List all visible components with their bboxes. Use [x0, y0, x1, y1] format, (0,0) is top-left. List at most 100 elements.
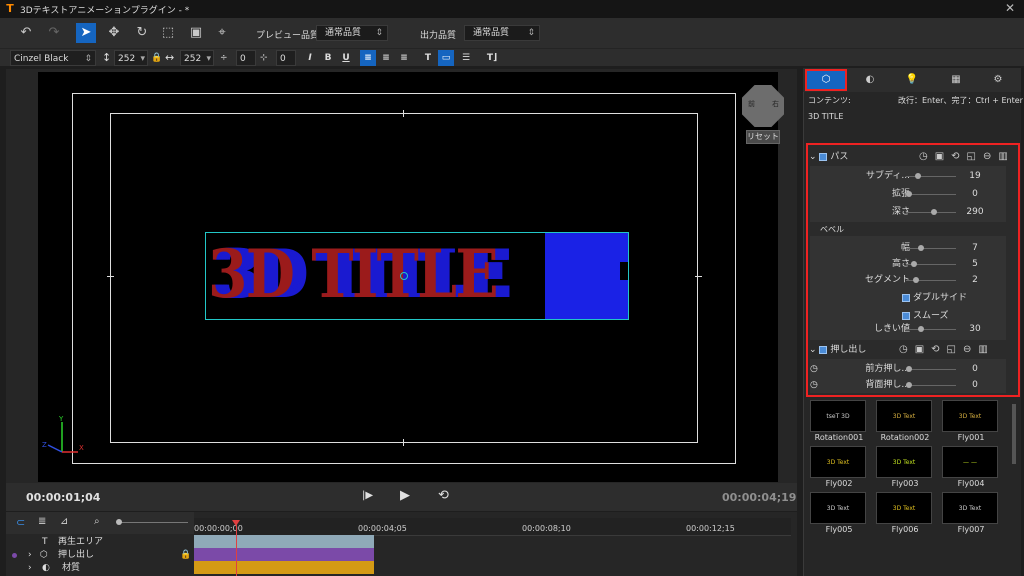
- lock-icon[interactable]: 🔒: [151, 50, 162, 66]
- prop-row[interactable]: 幅 7: [810, 240, 1008, 256]
- output-quality-select[interactable]: 通常品質 ⇕: [464, 25, 540, 41]
- move-tool-icon[interactable]: ✥: [104, 23, 124, 43]
- clock-icon[interactable]: ◷: [810, 361, 818, 377]
- slider-track[interactable]: [906, 385, 956, 386]
- slider-thumb[interactable]: [912, 277, 919, 283]
- preset-item[interactable]: 3D Text Rotation002: [872, 400, 938, 444]
- step-forward-icon[interactable]: |▶: [362, 490, 373, 501]
- tab-material-icon[interactable]: ◐: [851, 71, 889, 89]
- extrude-checkbox[interactable]: [819, 345, 828, 354]
- prop-value[interactable]: 30: [966, 321, 984, 337]
- slider-track[interactable]: [906, 194, 956, 195]
- align-left-icon[interactable]: ≡: [360, 50, 376, 66]
- lock-icon[interactable]: 🔒: [180, 548, 191, 562]
- preset-thumbnail[interactable]: 3D Text: [876, 400, 932, 432]
- playhead[interactable]: [236, 520, 237, 576]
- align-center-icon[interactable]: ≡: [378, 50, 394, 66]
- collapse-icon[interactable]: ⌄: [809, 345, 817, 355]
- slider-thumb[interactable]: [917, 326, 924, 332]
- zoom-icon[interactable]: ⌕: [94, 516, 100, 527]
- underline-button[interactable]: U: [338, 50, 354, 66]
- frame-tool-icon[interactable]: ▣: [186, 23, 206, 43]
- prop-value[interactable]: 290: [966, 204, 984, 220]
- bold-button[interactable]: B: [320, 50, 336, 66]
- preset-item[interactable]: 3D Text Fly001: [938, 400, 1004, 444]
- view-cube-front[interactable]: 前: [748, 99, 755, 109]
- undo-icon[interactable]: ↶: [16, 23, 36, 43]
- zoom-slider[interactable]: [118, 522, 188, 523]
- text-direction-icon[interactable]: T⌋: [484, 50, 500, 66]
- preset-thumbnail[interactable]: 3D Text: [810, 492, 866, 524]
- preset-thumbnail[interactable]: 3D Text: [942, 400, 998, 432]
- playhead-handle[interactable]: [232, 520, 240, 526]
- preset-thumbnail[interactable]: — —: [942, 446, 998, 478]
- preset-item[interactable]: 3D Text Fly002: [806, 446, 872, 490]
- rotate-tool-icon[interactable]: ↻: [132, 23, 152, 43]
- preset-item[interactable]: 3D Text Fly006: [872, 492, 938, 536]
- close-icon[interactable]: ✕: [1000, 1, 1020, 17]
- material-clip[interactable]: [194, 561, 374, 574]
- timeline-ruler[interactable]: 00:00:00;00 00:00:04;05 00:00:08;10 00:0…: [194, 518, 791, 536]
- preset-thumbnail[interactable]: 3D Text: [942, 492, 998, 524]
- track-row-material[interactable]: › ◐ 材質: [6, 561, 194, 575]
- text-box-icon[interactable]: T: [420, 50, 436, 66]
- slider-thumb[interactable]: [906, 366, 912, 372]
- reset-view-button[interactable]: リセット: [746, 130, 780, 144]
- tab-light-icon[interactable]: 💡: [893, 71, 931, 89]
- select-tool-icon[interactable]: ➤: [76, 23, 96, 43]
- loop-icon[interactable]: ⟲: [438, 488, 449, 503]
- collapse-icon[interactable]: ⌄: [809, 152, 817, 162]
- preset-item[interactable]: 3D Text Fly003: [872, 446, 938, 490]
- prop-row[interactable]: 高さ 5: [810, 256, 1008, 272]
- resize-tool-icon[interactable]: ⬚: [158, 23, 178, 43]
- text-fit-icon[interactable]: ▭: [438, 50, 454, 66]
- prop-value[interactable]: 5: [966, 256, 984, 272]
- prop-row[interactable]: ◷ 前方押し... 0: [810, 361, 1008, 377]
- path-section-header[interactable]: ⌄ パス ◷▣⟲◱⊖▥: [809, 149, 1009, 165]
- smooth-checkbox[interactable]: スムーズ: [902, 308, 949, 321]
- prop-value[interactable]: 19: [966, 168, 984, 184]
- magnet-icon[interactable]: ⊂: [16, 516, 25, 529]
- leading-input[interactable]: 0: [236, 50, 256, 66]
- redo-icon[interactable]: ↷: [44, 23, 64, 43]
- prop-row[interactable]: セグメント 2: [810, 272, 1008, 288]
- preview-quality-select[interactable]: 通常品質 ⇕: [316, 25, 388, 41]
- slider-thumb[interactable]: [931, 209, 938, 215]
- play-icon[interactable]: ▶: [400, 488, 410, 503]
- prop-value[interactable]: 7: [966, 240, 984, 256]
- expand-arrow-icon[interactable]: ›: [28, 548, 32, 562]
- slider-thumb[interactable]: [906, 191, 912, 197]
- preset-item[interactable]: — — Fly004: [938, 446, 1004, 490]
- track-row-extrude[interactable]: › ⬡ 押し出し 🔒: [6, 548, 194, 562]
- preset-item[interactable]: tseT 3D Rotation001: [806, 400, 872, 444]
- extrude-section-header[interactable]: ⌄ 押し出し ◷▣⟲◱⊖▥: [809, 342, 1009, 358]
- slider-thumb[interactable]: [910, 261, 917, 267]
- tab-object-icon[interactable]: ⬡: [805, 69, 847, 91]
- playarea-clip[interactable]: [194, 535, 374, 548]
- tab-background-icon[interactable]: ▦: [937, 71, 975, 89]
- track-list-icon[interactable]: ≣: [38, 516, 46, 527]
- path-checkbox[interactable]: [819, 152, 828, 161]
- slider-thumb[interactable]: [906, 382, 912, 388]
- slider-track[interactable]: [906, 176, 956, 177]
- width-select[interactable]: 252 ▾: [180, 50, 214, 66]
- double-side-checkbox[interactable]: ダブルサイド: [902, 290, 967, 303]
- clock-icon[interactable]: ◷: [810, 377, 818, 393]
- preset-thumbnail[interactable]: tseT 3D: [810, 400, 866, 432]
- prop-row[interactable]: ◷ 背面押し... 0: [810, 377, 1008, 393]
- section-tool-icons[interactable]: ◷▣⟲◱⊖▥: [919, 149, 1015, 165]
- preset-thumbnail[interactable]: 3D Text: [810, 446, 866, 478]
- pivot-point[interactable]: [400, 272, 408, 280]
- graph-icon[interactable]: ⊿: [60, 516, 68, 527]
- preset-thumbnail[interactable]: 3D Text: [876, 446, 932, 478]
- tracking-input[interactable]: 0: [276, 50, 296, 66]
- slider-thumb[interactable]: [915, 173, 922, 179]
- font-size-select[interactable]: 252 ▾: [114, 50, 148, 66]
- prop-value[interactable]: 0: [966, 361, 984, 377]
- align-right-icon[interactable]: ≡: [396, 50, 412, 66]
- preset-thumbnail[interactable]: 3D Text: [876, 492, 932, 524]
- view-cube-right[interactable]: 右: [772, 99, 779, 109]
- tab-settings-icon[interactable]: ⚙: [979, 71, 1017, 89]
- prop-row[interactable]: サブディ... 19: [810, 168, 1008, 184]
- prop-value[interactable]: 0: [966, 186, 984, 202]
